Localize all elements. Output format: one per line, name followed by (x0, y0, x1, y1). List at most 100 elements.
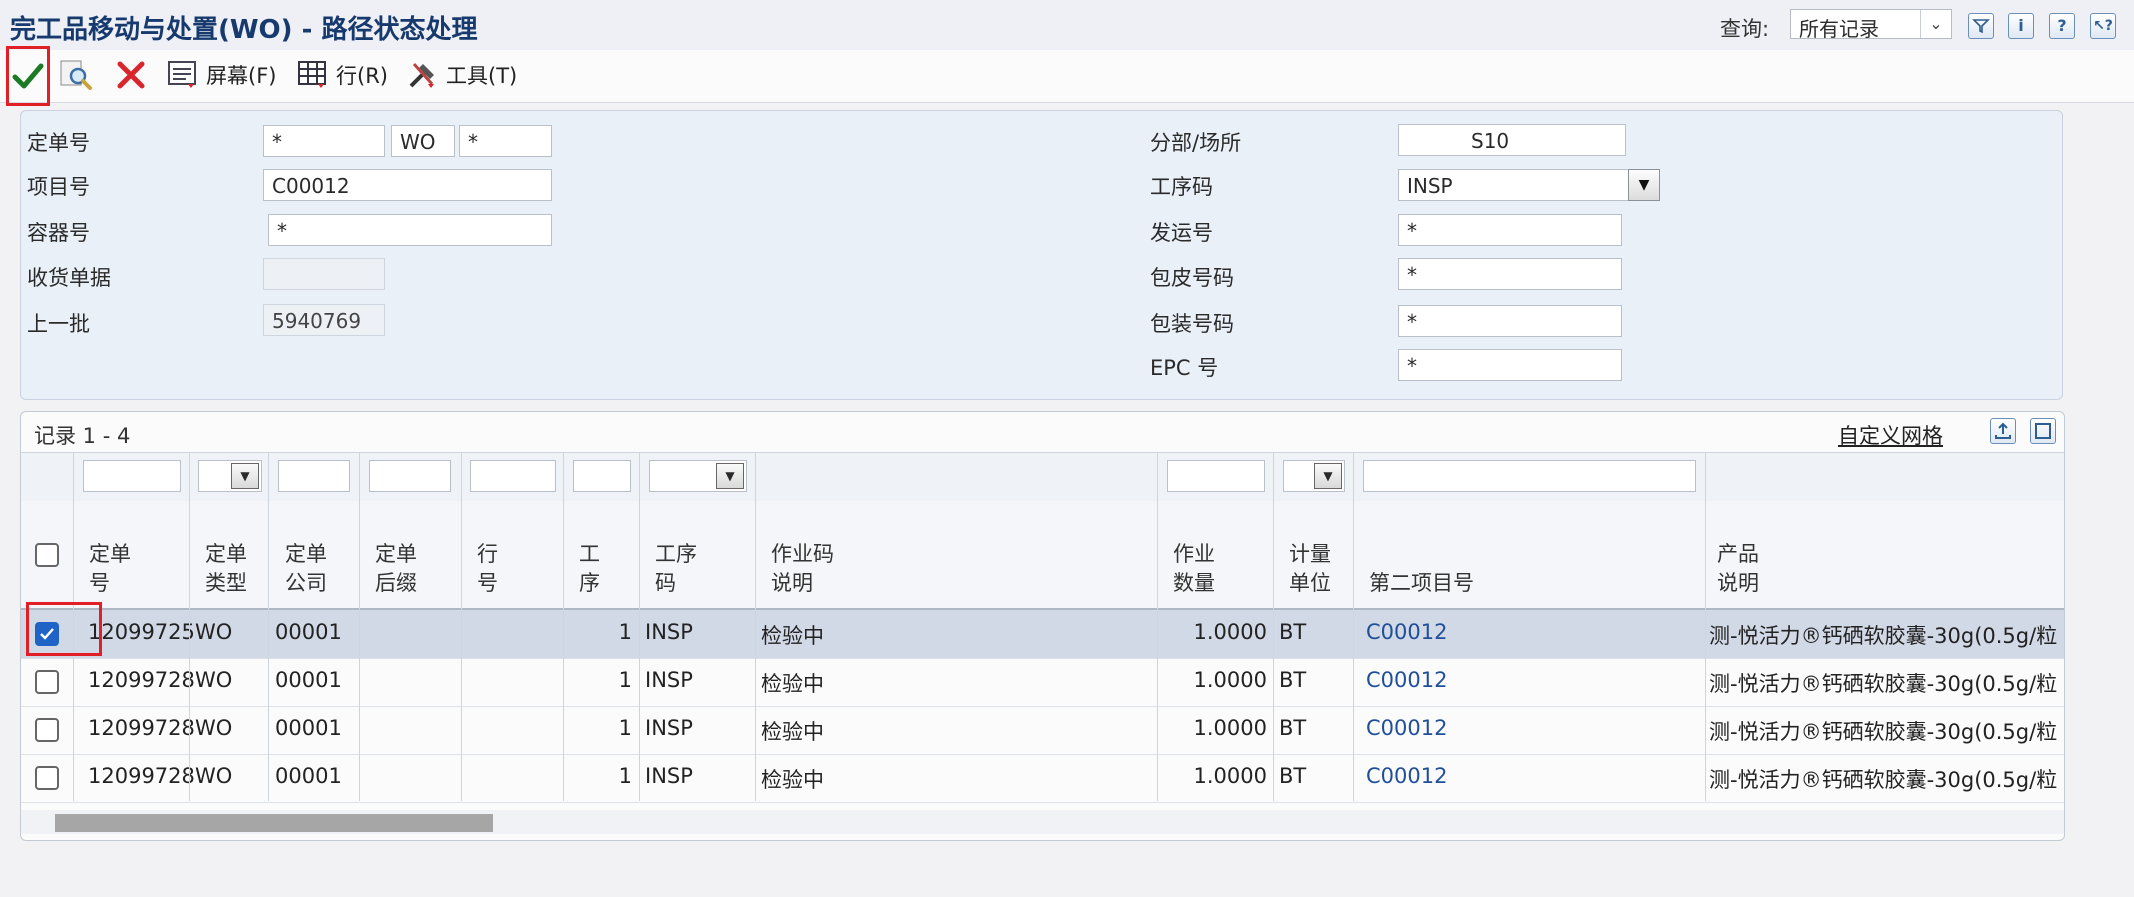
col-op-description[interactable]: 作业码 说明 (771, 540, 834, 598)
row-menu[interactable]: 行(R) (296, 58, 388, 92)
filter-line-no[interactable] (470, 460, 556, 492)
cell-order-company: 00001 (275, 668, 342, 692)
col-product-description[interactable]: 产品 说明 (1717, 540, 1759, 598)
column-divider (1157, 452, 1158, 801)
cell-op-description: 检验中 (761, 720, 824, 744)
filter-order-suffix[interactable] (369, 460, 451, 492)
filter-order-type[interactable]: ▼ (198, 460, 262, 492)
cell-order-company: 00001 (275, 716, 342, 740)
cell-second-item[interactable]: C00012 (1366, 764, 1447, 788)
page-title: 完工品移动与处置(WO) - 路径状态处理 (10, 15, 478, 45)
ok-button[interactable] (6, 46, 50, 106)
filter-order-company[interactable] (278, 460, 350, 492)
cell-uom: BT (1279, 668, 1307, 692)
order-type-field[interactable]: WO (391, 125, 455, 157)
cell-product-description: 测-悦活力®钙硒软胶囊-30g(0.5g/粒 (1709, 624, 2058, 648)
col-quantity[interactable]: 作业 数量 (1173, 540, 1215, 598)
cell-quantity: 1.0000 (1193, 764, 1267, 788)
query-select-value: 所有记录 (1799, 17, 1879, 41)
scrollbar-thumb[interactable] (55, 814, 493, 832)
cell-second-item[interactable]: C00012 (1366, 668, 1447, 692)
col-order-company[interactable]: 定单 公司 (285, 540, 327, 598)
operation-code-field[interactable]: INSP (1398, 169, 1630, 201)
filter-uom[interactable]: ▼ (1283, 460, 1345, 492)
filter-quantity[interactable] (1167, 460, 1265, 492)
cell-op-description: 检验中 (761, 672, 824, 696)
shipment-no-field[interactable]: * (1398, 214, 1622, 246)
cell-seq: 1 (618, 716, 632, 740)
filter-second-item[interactable] (1363, 460, 1696, 492)
screen-menu-label: 屏幕(F) (206, 64, 277, 88)
filter-seq[interactable] (573, 460, 631, 492)
last-lot-label: 上一批 (27, 312, 90, 336)
select-all-checkbox[interactable] (35, 543, 59, 567)
close-icon (117, 61, 145, 89)
column-divider (268, 452, 269, 801)
col-seq[interactable]: 工序 (579, 540, 600, 598)
col-order-no[interactable]: 定单号 (89, 540, 131, 598)
row-checkbox[interactable] (35, 718, 59, 742)
cell-order-no: 12099728 (88, 716, 195, 740)
cancel-button[interactable] (114, 58, 148, 92)
item-no-field[interactable]: C00012 (263, 169, 552, 201)
caret-down-icon: ▼ (1314, 463, 1342, 489)
row-menu-label: 行(R) (336, 64, 388, 88)
cell-operation-code: INSP (645, 620, 693, 644)
cell-second-item[interactable]: C00012 (1366, 716, 1447, 740)
filter-operation-code[interactable]: ▼ (649, 460, 747, 492)
find-button[interactable] (58, 58, 94, 92)
context-help-icon[interactable]: ↖? (2090, 13, 2116, 39)
column-divider (639, 452, 640, 801)
epc-no-field[interactable]: * (1398, 349, 1622, 381)
container-no-field[interactable]: * (268, 214, 552, 246)
col-order-type[interactable]: 定单 类型 (205, 540, 247, 598)
column-divider (1705, 452, 1706, 801)
query-label: 查询: (1720, 17, 1770, 41)
export-icon[interactable] (1990, 418, 2016, 444)
selection-highlight (26, 602, 102, 656)
tare-no-label: 包皮号码 (1150, 266, 1234, 290)
cell-second-item[interactable]: C00012 (1366, 620, 1447, 644)
cell-operation-code: INSP (645, 764, 693, 788)
maximize-icon[interactable] (2030, 418, 2056, 444)
tare-no-field[interactable]: * (1398, 258, 1622, 290)
col-operation-code[interactable]: 工序码 (655, 540, 697, 598)
tools-menu-label: 工具(T) (446, 64, 518, 88)
col-order-suffix[interactable]: 定单 后缀 (375, 540, 417, 598)
tools-menu[interactable]: 工具(T) (406, 58, 517, 92)
row-checkbox[interactable] (35, 670, 59, 694)
operation-code-dropdown[interactable]: ▼ (1628, 169, 1660, 201)
tools-icon (409, 62, 434, 88)
filter-icon[interactable] (1968, 13, 1994, 39)
order-company-field[interactable]: * (459, 125, 552, 157)
receipt-doc-label: 收货单据 (27, 266, 111, 290)
help-icon[interactable]: ? (2049, 13, 2075, 39)
col-line-no[interactable]: 行号 (477, 540, 498, 598)
chevron-down-icon: ⌄ (1920, 10, 1951, 38)
cell-order-company: 00001 (275, 764, 342, 788)
item-no-label: 项目号 (27, 175, 90, 199)
column-divider (755, 452, 756, 801)
cell-product-description: 测-悦活力®钙硒软胶囊-30g(0.5g/粒 (1709, 672, 2058, 696)
row-checkbox[interactable] (35, 766, 59, 790)
cell-product-description: 测-悦活力®钙硒软胶囊-30g(0.5g/粒 (1709, 720, 2058, 744)
package-no-field[interactable]: * (1398, 305, 1622, 337)
filter-order-no[interactable] (83, 460, 181, 492)
column-divider (359, 452, 360, 801)
col-second-item[interactable]: 第二项目号 (1369, 540, 1474, 598)
cell-uom: BT (1279, 716, 1307, 740)
caret-down-icon: ▼ (1638, 177, 1650, 193)
custom-grid-link[interactable]: 自定义网格 (1838, 420, 1943, 450)
column-divider (1353, 452, 1354, 801)
order-no-field[interactable]: * (263, 125, 385, 157)
cell-order-type: WO (195, 764, 233, 788)
cell-order-no: 12099728 (88, 668, 195, 692)
col-uom[interactable]: 计量 单位 (1289, 540, 1331, 598)
branch-plant-field[interactable]: S10 (1398, 124, 1626, 156)
query-select[interactable]: 所有记录 ⌄ (1790, 9, 1952, 41)
screen-menu[interactable]: 屏幕(F) (166, 58, 276, 92)
container-no-label: 容器号 (27, 221, 90, 245)
info-icon[interactable]: i (2008, 13, 2034, 39)
operation-code-label: 工序码 (1150, 175, 1213, 199)
shipment-no-label: 发运号 (1150, 221, 1213, 245)
